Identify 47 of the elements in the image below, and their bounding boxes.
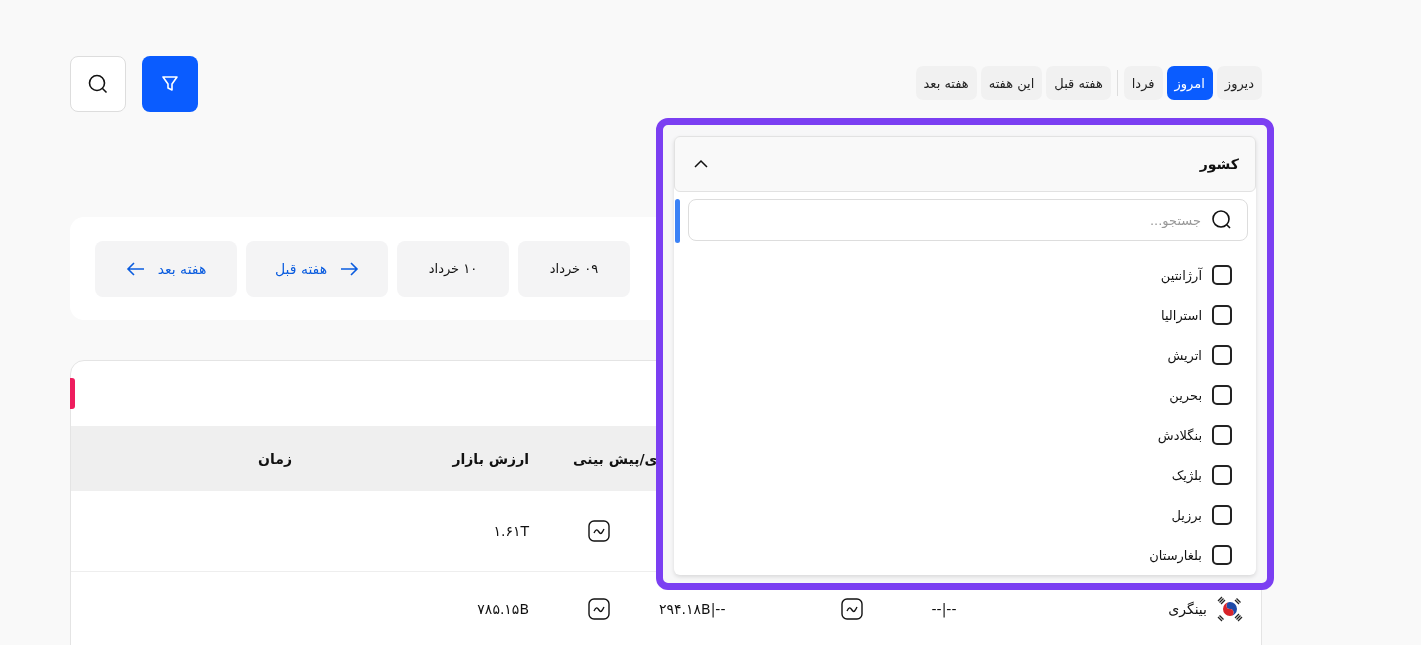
period-tab[interactable]: این هفته [980,66,1043,100]
checkbox[interactable] [1212,305,1232,325]
period-tab[interactable]: فردا [1123,66,1163,100]
search-icon [87,73,109,95]
checkbox[interactable] [1212,505,1232,525]
country-option[interactable]: بنگلادش [688,415,1232,455]
date-button[interactable]: هفته قبل [246,240,388,297]
accent-bar [70,378,75,409]
chart-icon[interactable] [588,597,610,620]
table-cell: --|۲۹۴.۱۸B [659,600,726,617]
country-option[interactable]: آرژانتین [688,255,1232,295]
filter-button[interactable] [142,56,198,112]
country-option[interactable]: بلغارستان [688,535,1232,575]
table-cell: ۷۸۵.۱۵B [477,600,529,617]
funnel-icon [160,74,180,94]
arrow-left-icon [125,261,146,276]
period-tab[interactable]: امروز [1166,66,1213,100]
checkbox[interactable] [1212,465,1232,485]
period-tab[interactable]: دیروز [1216,66,1262,100]
table-cell: ۱.۶۱T [493,523,529,539]
country-option[interactable]: بلژیک [688,455,1232,495]
period-tab[interactable]: هفته قبل [1046,66,1111,100]
scroll-thumb [675,199,680,243]
column-header: ی/پیش بینی [573,450,658,467]
country-dropdown[interactable]: کشور [674,136,1256,192]
table-cell: --|-- [931,600,957,617]
search-button[interactable] [70,56,126,112]
chart-icon[interactable] [840,597,863,620]
chart-icon[interactable] [588,520,610,542]
country-option[interactable]: بحرین [688,375,1232,415]
checkbox[interactable] [1212,265,1232,285]
column-header: ارزش بازار [452,450,529,467]
country-option[interactable]: استرالیا [688,295,1232,335]
date-button[interactable]: ۰۹ خرداد [518,240,630,297]
country-option[interactable]: اتریش [688,335,1232,375]
checkbox[interactable] [1212,345,1232,365]
period-tab[interactable]: هفته بعد [915,66,977,100]
date-button[interactable]: هفته بعد [95,240,237,297]
country-name: بینگری [1168,600,1207,617]
arrow-right-icon [339,261,360,276]
column-header: زمان [258,450,292,467]
date-button[interactable]: ۱۰ خرداد [397,240,509,297]
checkbox[interactable] [1212,425,1232,445]
country-option[interactable]: برزیل [688,495,1232,535]
checkbox[interactable] [1212,385,1232,405]
checkbox[interactable] [1212,545,1232,565]
search-field[interactable]: جستجو... [688,199,1248,241]
